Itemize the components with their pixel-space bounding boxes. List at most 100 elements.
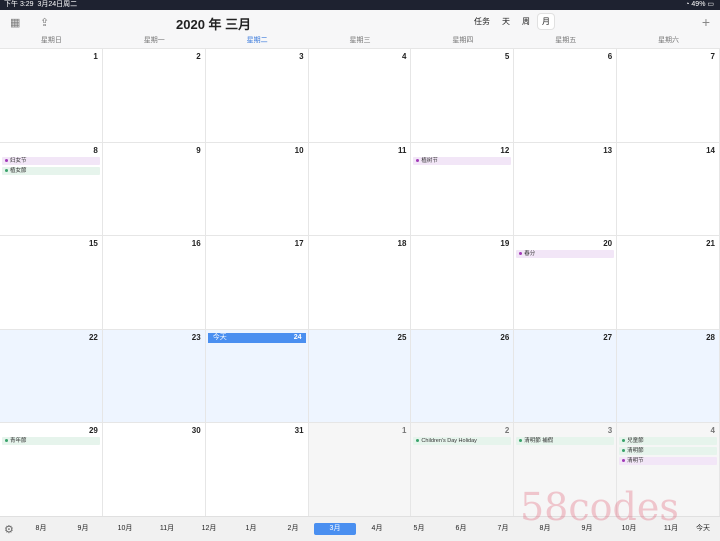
day-cell[interactable]: 3 [205,49,309,143]
event-dot-icon [622,439,626,443]
month-tab[interactable]: 2月 [272,523,314,535]
day-number: 5 [504,52,510,61]
month-tab[interactable]: 3月 [314,523,356,535]
tab-month[interactable]: 月 [538,14,554,29]
day-number: 1 [401,426,407,436]
day-cell[interactable]: 16 [102,236,206,330]
day-number: 4 [710,426,715,436]
weekday-label: 星期四 [452,37,474,44]
month-tab[interactable]: 12月 [188,523,230,535]
event-item[interactable]: 植树节 [413,156,512,165]
share-icon[interactable]: ⇪ [40,16,49,30]
month-tab[interactable]: 7月 [482,523,524,535]
status-bar: 下午 3:29 3月24日周二 ◔ 49% ▭ [0,0,720,10]
day-number: 16 [191,239,201,249]
event-item[interactable]: 青年節 [2,437,100,446]
event-label: 春分 [524,251,536,258]
today-label: 今天 [212,333,227,341]
day-cell[interactable]: 25 [308,329,412,424]
tab-tasks[interactable]: 任务 [470,14,494,29]
day-cell[interactable]: 7 [617,49,720,143]
day-cell[interactable]: 18 [308,236,412,330]
day-cell[interactable]: 2 [102,49,206,143]
month-tab[interactable]: 4月 [356,523,398,535]
day-cell[interactable]: 今天 24 [205,329,309,424]
event-label: 青年節 [10,438,27,445]
event-item[interactable]: 清明節 [619,447,717,456]
day-cell[interactable]: 20 春分 [514,236,618,330]
month-tab[interactable]: 6月 [440,523,482,535]
month-tab[interactable]: 5月 [398,523,440,535]
day-number: 4 [401,52,407,61]
toolbar [0,10,720,34]
weekday-label: 星期六 [658,37,680,44]
day-cell[interactable]: 23 [102,329,206,424]
day-cell[interactable]: 19 [411,236,515,330]
weekday-label: 星期三 [349,37,371,44]
day-number: 28 [706,332,715,342]
day-cell[interactable]: 9 [102,142,206,237]
today-button[interactable]: 今天 [696,523,710,533]
day-cell[interactable]: 5 [411,49,515,143]
status-time: 下午 3:29 [4,1,34,8]
day-number: 31 [294,426,304,436]
day-cell[interactable]: 14 [617,142,720,237]
event-dot-icon [416,158,420,162]
event-item[interactable]: 兒童節 [619,437,717,446]
month-tab[interactable]: 11月 [146,523,188,535]
event-item[interactable]: 春分 [516,250,615,259]
day-cell[interactable]: 4 [308,49,412,143]
day-cell[interactable]: 11 [308,142,412,237]
month-tab[interactable]: 8月 [20,523,62,535]
day-cell[interactable]: 13 [514,142,618,237]
day-cell[interactable]: 22 [0,329,103,424]
day-number: 17 [294,239,304,249]
event-dot-icon [5,439,8,443]
page-title: 2020 年 三月 [176,17,252,32]
month-grid: 1 2 3 4 5 6 7 8 妇女节 植女節 9 10 11 12 植树节 13 14 15 16 17 18 19 20… [0,48,720,517]
month-tab[interactable]: 1月 [230,523,272,535]
day-cell[interactable]: 31 [205,423,309,517]
day-cell[interactable]: 29 青年節 [0,423,103,517]
month-tab[interactable]: 10月 [104,523,146,535]
day-cell[interactable]: 2 Children's Day Holiday [411,423,515,517]
gear-icon[interactable]: ⚙ [4,523,14,536]
add-event-button[interactable]: + [702,14,710,30]
day-cell[interactable]: 26 [411,329,515,424]
month-tab[interactable]: 9月 [62,523,104,535]
day-number: 27 [603,332,613,342]
day-cell[interactable]: 10 [205,142,309,237]
event-item[interactable]: 清明節 補假 [516,437,615,446]
weekday-label: 星期一 [143,37,165,44]
day-number: 2 [504,426,510,436]
calendar-icon[interactable]: ▦ [10,16,20,30]
day-cell[interactable]: 30 [102,423,206,517]
status-date: 3月24日周二 [37,1,78,8]
battery-percent: 49% [691,1,706,8]
day-number: 25 [397,332,407,342]
event-item[interactable]: 妇女节 [2,156,100,165]
event-item[interactable]: 植女節 [2,166,100,175]
event-item[interactable]: 清明节 [619,457,717,466]
day-number: 6 [607,52,613,61]
day-cell[interactable]: 15 [0,236,103,330]
day-number: 22 [88,332,98,342]
day-cell[interactable]: 1 [0,49,103,143]
day-cell[interactable]: 17 [205,236,309,330]
day-cell[interactable]: 8 妇女节 植女節 [0,142,103,237]
day-cell[interactable]: 27 [514,329,618,424]
day-cell[interactable]: 28 [617,329,720,424]
event-item[interactable]: Children's Day Holiday [413,437,512,446]
day-cell[interactable]: 1 [308,423,412,517]
tab-day[interactable]: 天 [498,14,514,29]
tab-week[interactable]: 周 [518,14,534,29]
day-cell[interactable]: 6 [514,49,618,143]
day-number: 24 [293,333,302,341]
day-number: 12 [500,145,510,155]
day-cell[interactable]: 12 植树节 [411,142,515,237]
day-cell[interactable]: 21 [617,236,720,330]
day-number: 9 [196,145,201,155]
day-number: 15 [88,239,98,249]
event-dot-icon [416,439,420,443]
weekday-label-current: 星期二 [246,37,268,44]
